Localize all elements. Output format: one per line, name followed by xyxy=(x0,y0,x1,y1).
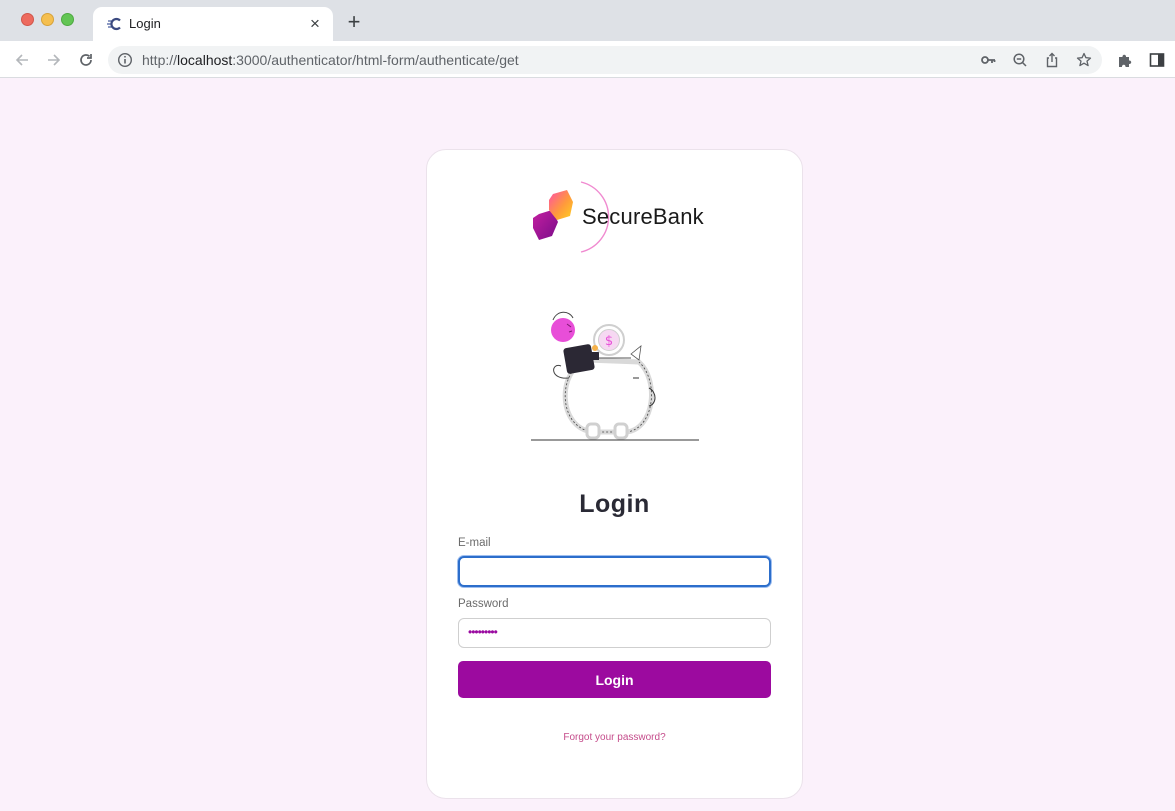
forward-arrow-icon xyxy=(48,54,61,66)
url-scheme: http:// xyxy=(142,52,178,68)
login-button[interactable]: Login xyxy=(458,661,771,698)
reload-button[interactable] xyxy=(74,48,98,72)
browser-tab-login[interactable]: Login × xyxy=(93,7,333,41)
back-arrow-icon xyxy=(15,54,28,66)
reload-icon xyxy=(80,54,92,66)
share-icon[interactable] xyxy=(1044,52,1060,68)
url-path: :3000/authenticator/html-form/authentica… xyxy=(232,52,519,68)
window-close-button[interactable] xyxy=(21,13,34,26)
svg-text:$: $ xyxy=(605,334,613,349)
brand-name: SecureBank xyxy=(582,204,704,229)
url-host: localhost xyxy=(177,52,233,68)
email-field[interactable] xyxy=(458,556,771,587)
address-bar[interactable]: http://localhost:3000/authenticator/html… xyxy=(108,46,1102,74)
forward-button[interactable] xyxy=(42,48,66,72)
window-zoom-button[interactable] xyxy=(61,13,74,26)
forgot-password-link[interactable]: Forgot your password? xyxy=(427,732,802,743)
password-mask: ••••••••• xyxy=(468,625,498,639)
login-title: Login xyxy=(579,490,650,518)
piggy-bank-illustration: $ xyxy=(531,311,699,441)
email-label: E-mail xyxy=(458,537,491,549)
info-icon[interactable] xyxy=(117,52,133,68)
window-minimize-button[interactable] xyxy=(41,13,54,26)
extensions-icon[interactable] xyxy=(1117,52,1133,68)
login-card: SecureBank $ Login E-mail Password •••••… xyxy=(426,149,803,799)
tab-title: Login xyxy=(129,16,161,31)
browser-tab-bar: Login × + xyxy=(0,0,1175,41)
browser-toolbar: http://localhost:3000/authenticator/html… xyxy=(0,41,1175,78)
close-tab-icon[interactable]: × xyxy=(306,15,324,33)
key-icon[interactable] xyxy=(980,52,996,68)
password-label: Password xyxy=(458,598,509,610)
back-button[interactable] xyxy=(10,48,34,72)
star-icon[interactable] xyxy=(1076,52,1092,68)
url-text: http://localhost:3000/authenticator/html… xyxy=(142,52,519,68)
favicon-icon xyxy=(107,17,121,31)
password-field[interactable]: ••••••••• xyxy=(458,618,771,648)
zoom-icon[interactable] xyxy=(1012,52,1028,68)
new-tab-button[interactable]: + xyxy=(343,11,365,33)
side-panel-icon[interactable] xyxy=(1149,52,1165,68)
